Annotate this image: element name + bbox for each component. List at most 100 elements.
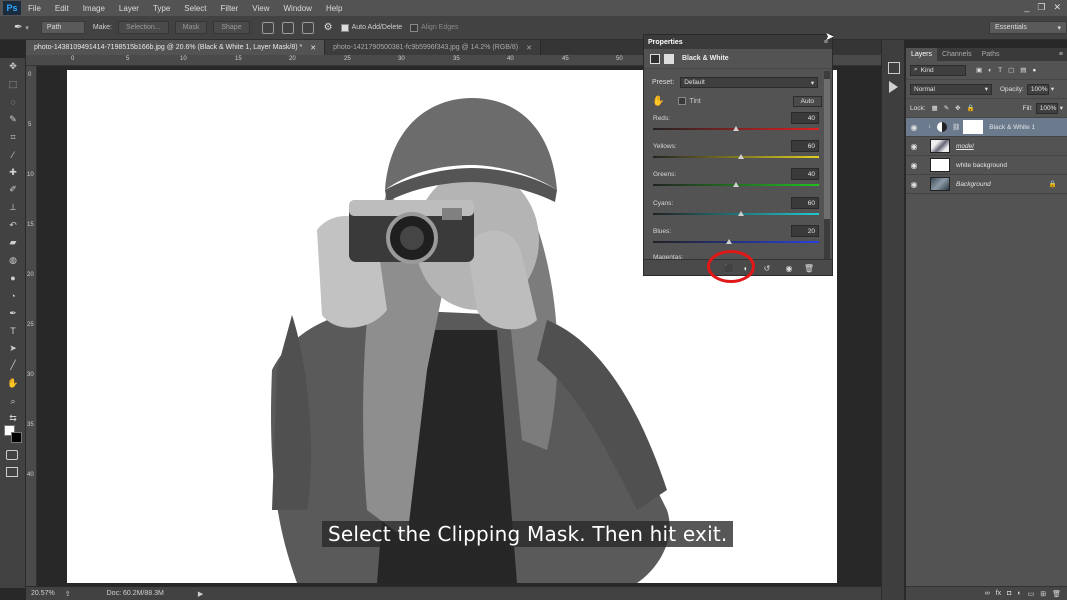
layer-name[interactable]: model: [956, 143, 974, 150]
menu-file[interactable]: File: [21, 4, 48, 13]
mask-icon[interactable]: [664, 53, 674, 64]
tab-close-icon[interactable]: ✕: [310, 44, 316, 52]
menu-type[interactable]: Type: [146, 4, 177, 13]
delete-layer-icon[interactable]: 🗑: [1052, 590, 1061, 598]
layer-name[interactable]: white background: [956, 162, 1007, 169]
actions-play-icon[interactable]: [889, 81, 898, 93]
visibility-eye-icon[interactable]: ◉: [906, 161, 922, 170]
slider-value-input[interactable]: 60: [791, 197, 819, 209]
chevron-down-icon[interactable]: ▾: [1051, 85, 1054, 93]
slider-thumb[interactable]: [737, 211, 744, 216]
mask-button[interactable]: Mask: [174, 21, 208, 34]
properties-tab[interactable]: Properties: [648, 39, 683, 46]
close-icon[interactable]: ✕: [1053, 2, 1061, 13]
filter-type-icon[interactable]: T: [998, 67, 1002, 74]
minimize-icon[interactable]: _: [1024, 2, 1029, 13]
slider-thumb[interactable]: [733, 182, 739, 187]
layer-mask-thumbnail[interactable]: [963, 120, 984, 134]
zoom-level[interactable]: 20.57%: [31, 590, 55, 597]
crop-tool-icon[interactable]: ⌗: [0, 128, 26, 146]
link-layers-icon[interactable]: ∞: [985, 590, 990, 597]
chain-link-icon[interactable]: ⛓: [952, 123, 960, 131]
path-arrangement-icon[interactable]: [301, 21, 314, 34]
pen-tool-icon[interactable]: ✒: [14, 22, 22, 33]
menu-image[interactable]: Image: [76, 4, 112, 13]
filter-pixel-icon[interactable]: ▣: [976, 66, 982, 74]
slider-value-input[interactable]: 20: [791, 225, 819, 237]
layer-style-fx-icon[interactable]: fx: [996, 590, 1001, 597]
slider-thumb[interactable]: [733, 126, 739, 131]
menu-select[interactable]: Select: [177, 4, 213, 13]
healing-brush-tool-icon[interactable]: ✚: [0, 164, 26, 182]
workspace-select[interactable]: Essentials ▾: [989, 21, 1067, 34]
menu-window[interactable]: Window: [277, 4, 319, 13]
delete-trash-icon[interactable]: 🗑: [804, 263, 814, 273]
type-tool-icon[interactable]: T: [0, 322, 26, 340]
move-tool-icon[interactable]: ✥: [0, 58, 26, 76]
tab-close-icon[interactable]: ✕: [526, 44, 532, 52]
menu-filter[interactable]: Filter: [214, 4, 246, 13]
align-edges-checkbox[interactable]: Align Edges: [410, 23, 459, 32]
lock-paint-icon[interactable]: ✎: [944, 104, 949, 112]
line-tool-icon[interactable]: ╱: [0, 357, 26, 375]
zoom-tool-icon[interactable]: ⌕: [0, 392, 26, 410]
slider-thumb[interactable]: [726, 239, 733, 244]
layer-row-background[interactable]: ◉ Background 🔒: [906, 175, 1067, 194]
auto-button[interactable]: Auto: [792, 95, 822, 107]
dodge-tool-icon[interactable]: ◔: [0, 287, 26, 305]
new-adjustment-layer-icon[interactable]: ◐: [1017, 590, 1021, 597]
fill-input[interactable]: 100%: [1035, 102, 1058, 114]
filter-smart-object-icon[interactable]: ▤: [1020, 66, 1026, 74]
slider-value-input[interactable]: 40: [791, 112, 819, 124]
menu-edit[interactable]: Edit: [48, 4, 76, 13]
path-alignment-icon[interactable]: [281, 21, 294, 34]
pen-tool-icon[interactable]: ✒: [0, 304, 26, 322]
tool-preset-chevron-icon[interactable]: ▾: [25, 24, 29, 32]
reset-adjustment-icon[interactable]: ↺: [762, 263, 772, 273]
marquee-tool-icon[interactable]: ⬚: [0, 76, 26, 94]
layer-row-black-white[interactable]: ◉ ↓ ⛓ Black & White 1: [906, 118, 1067, 137]
gear-icon[interactable]: ⚙: [324, 22, 333, 33]
properties-panel-titlebar[interactable]: Properties ≡: [644, 35, 832, 49]
history-panel-icon[interactable]: [888, 62, 900, 74]
document-tab-active[interactable]: photo-1438109491414-7198515b166b.jpg @ 2…: [26, 40, 326, 55]
targeted-adjustment-hand-icon[interactable]: ✋: [652, 96, 664, 107]
tint-checkbox[interactable]: [678, 97, 687, 105]
lock-position-icon[interactable]: ✥: [955, 104, 960, 112]
selection-button[interactable]: Selection...: [117, 21, 169, 34]
export-icon[interactable]: ⇪: [65, 590, 71, 598]
layer-row-white-background[interactable]: ◉ white background: [906, 156, 1067, 175]
visibility-eye-icon[interactable]: ◉: [906, 123, 922, 132]
path-operations-icon[interactable]: [261, 21, 274, 34]
new-group-icon[interactable]: ▭: [1028, 590, 1035, 598]
properties-scrollbar[interactable]: [824, 71, 830, 261]
eraser-tool-icon[interactable]: ▰: [0, 234, 26, 252]
paint-bucket-tool-icon[interactable]: ◍: [0, 252, 26, 270]
history-brush-tool-icon[interactable]: ↶: [0, 216, 26, 234]
quick-selection-tool-icon[interactable]: ✎: [0, 111, 26, 129]
add-mask-icon[interactable]: ◘: [1007, 590, 1011, 597]
lasso-tool-icon[interactable]: ◌: [0, 93, 26, 111]
hand-tool-icon[interactable]: ✋: [0, 375, 26, 393]
adjustment-icon[interactable]: [650, 53, 660, 64]
new-layer-icon[interactable]: ⊞: [1040, 590, 1046, 598]
visibility-eye-icon[interactable]: ◉: [906, 142, 922, 151]
layer-thumbnail[interactable]: [930, 177, 950, 191]
tab-channels[interactable]: Channels: [937, 48, 977, 61]
path-selection-tool-icon[interactable]: ➤: [0, 340, 26, 358]
shape-button[interactable]: Shape: [213, 21, 250, 34]
slider-thumb[interactable]: [737, 154, 744, 159]
menu-layer[interactable]: Layer: [112, 4, 146, 13]
tab-paths[interactable]: Paths: [977, 48, 1005, 61]
lock-transparent-icon[interactable]: ▦: [932, 104, 938, 112]
document-tab[interactable]: photo-1421790500381-fc9b5996f343.jpg @ 1…: [325, 40, 541, 55]
lock-all-icon[interactable]: 🔒: [967, 104, 975, 112]
layer-row-model[interactable]: ◉ model: [906, 137, 1067, 156]
slider-track[interactable]: [653, 156, 819, 158]
filter-toggle-icon[interactable]: ●: [1032, 67, 1036, 74]
slider-value-input[interactable]: 40: [791, 168, 819, 180]
status-menu-arrow-icon[interactable]: ▶: [198, 590, 203, 598]
filter-adjustment-icon[interactable]: ◐: [988, 67, 992, 74]
opacity-input[interactable]: 100%: [1026, 83, 1049, 95]
chevron-down-icon[interactable]: ▾: [1060, 104, 1063, 112]
